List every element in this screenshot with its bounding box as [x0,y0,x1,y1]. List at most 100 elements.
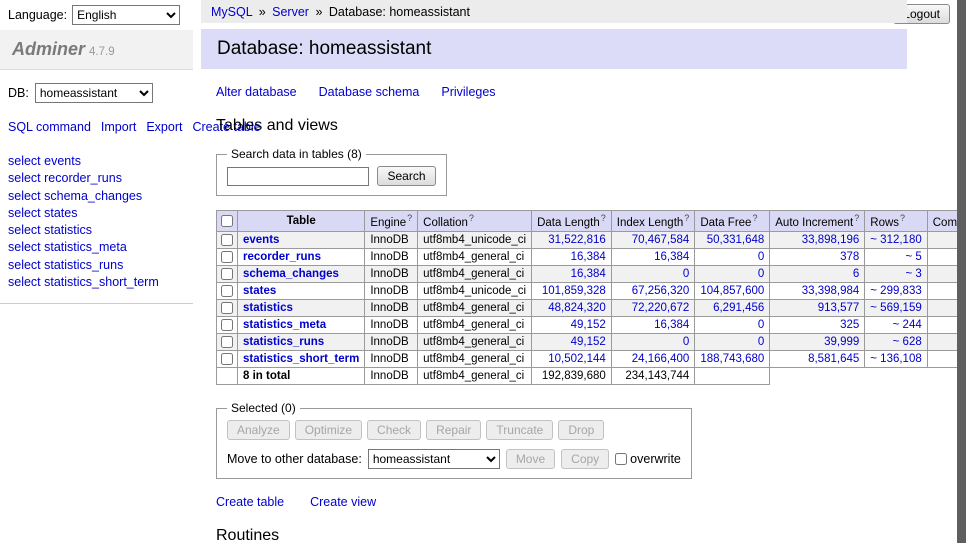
sidebar-link-sql-command[interactable]: SQL command [8,120,91,134]
table-link-statistics-meta[interactable]: statistics_meta [243,319,326,331]
cell-index-length: 70,467,584 [611,231,695,248]
row-checkbox-statistics-runs[interactable] [221,336,233,348]
db-action-privileges[interactable]: Privileges [441,85,495,99]
rows-count-link-events[interactable]: ~ 312,180 [870,234,921,246]
cell-rows: ~ 244 [865,316,927,333]
row-checkbox-statistics[interactable] [221,302,233,314]
sidebar-item-statistics-meta[interactable]: select statistics_meta [8,239,185,256]
check-button[interactable]: Check [367,420,421,440]
language-select[interactable]: English [72,5,180,25]
create-link-create-view[interactable]: Create view [310,495,376,509]
db-label: DB: [8,86,29,100]
sidebar-item-statistics-short-term[interactable]: select statistics_short_term [8,273,185,290]
rows-count-link-recorder-runs[interactable]: ~ 5 [905,251,921,263]
cell-rows: ~ 136,108 [865,351,927,368]
help-link[interactable]: ? [469,213,474,223]
cell-data-length: 10,502,144 [532,351,612,368]
search-input[interactable] [227,167,369,186]
sidebar-item-schema-changes[interactable]: select schema_changes [8,187,185,204]
sidebar-item-statistics-runs[interactable]: select statistics_runs [8,256,185,273]
table-link-schema-changes[interactable]: schema_changes [243,268,339,280]
cell-data-length: 31,522,816 [532,231,612,248]
row-checkbox-statistics-short-term[interactable] [221,353,233,365]
rows-count-link-schema-changes[interactable]: ~ 3 [905,268,921,280]
select-all-checkbox[interactable] [221,215,233,227]
row-select-cell [217,351,238,368]
table-link-statistics-runs[interactable]: statistics_runs [243,336,324,348]
repair-button[interactable]: Repair [426,420,481,440]
table-link-states[interactable]: states [243,285,276,297]
breadcrumb-mysql[interactable]: MySQL [211,5,252,19]
rows-count-link-statistics-short-term[interactable]: ~ 136,108 [870,353,921,365]
db-action-database-schema[interactable]: Database schema [319,85,420,99]
selected-buttons-row: AnalyzeOptimizeCheckRepairTruncateDrop [227,420,681,440]
truncate-button[interactable]: Truncate [486,420,553,440]
cell-table-name: recorder_runs [238,248,365,265]
search-button[interactable]: Search [377,166,435,186]
sidebar-item-recorder-runs[interactable]: select recorder_runs [8,170,185,187]
total-index-length: 234,143,744 [611,368,695,385]
sidebar-link-export[interactable]: Export [146,120,182,134]
create-link-create-table[interactable]: Create table [216,495,284,509]
cell-table-name: events [238,231,365,248]
sidebar-table-item: select events [8,153,185,170]
optimize-button[interactable]: Optimize [295,420,362,440]
help-link[interactable]: ? [684,213,689,223]
breadcrumb-separator: » [259,5,266,19]
rows-count-link-statistics[interactable]: ~ 569,159 [870,302,921,314]
breadcrumb: MySQL » Server » Database: homeassistant [201,0,907,23]
db-action-alter-database[interactable]: Alter database [216,85,297,99]
table-link-events[interactable]: events [243,234,279,246]
row-select-cell [217,316,238,333]
table-link-statistics[interactable]: statistics [243,302,293,314]
row-select-cell [217,231,238,248]
table-row-statistics-meta: statistics_metaInnoDButf8mb4_general_ci4… [217,316,966,333]
breadcrumb-server[interactable]: Server [272,5,309,19]
cell-auto-increment: 39,999 [770,334,865,351]
drop-button[interactable]: Drop [558,420,604,440]
help-link[interactable]: ? [601,213,606,223]
sidebar-item-events[interactable]: select events [8,153,185,170]
analyze-button[interactable]: Analyze [227,420,290,440]
cell-data-free: 0 [695,265,770,282]
scrollbar-thumb[interactable] [957,0,966,543]
cell-index-length: 24,166,400 [611,351,695,368]
help-link[interactable]: ? [752,213,757,223]
help-link[interactable]: ? [407,213,412,223]
move-db-select[interactable]: homeassistant [368,449,500,469]
sidebar-table-item: select recorder_runs [8,170,185,187]
db-select[interactable]: homeassistant [35,83,153,103]
help-link[interactable]: ? [854,213,859,223]
cell-index-length: 0 [611,334,695,351]
overwrite-option[interactable]: overwrite [615,452,681,466]
column-header-label: Data Length [537,217,600,229]
cell-index-length: 16,384 [611,316,695,333]
row-checkbox-events[interactable] [221,234,233,246]
sidebar-item-states[interactable]: select states [8,204,185,221]
create-links: Create table Create view [216,495,907,509]
column-header-label: Engine [370,217,406,229]
column-header-collation: Collation? [418,211,532,232]
cell-engine: InnoDB [365,282,418,299]
column-header-label: Collation [423,217,468,229]
help-link[interactable]: ? [900,213,905,223]
sidebar-item-statistics[interactable]: select statistics [8,222,185,239]
column-header-data-length: Data Length? [532,211,612,232]
overwrite-checkbox[interactable] [615,453,627,465]
row-checkbox-states[interactable] [221,285,233,297]
row-checkbox-recorder-runs[interactable] [221,251,233,263]
move-button[interactable]: Move [506,449,555,469]
rows-count-link-statistics-meta[interactable]: ~ 244 [893,319,922,331]
sidebar-link-import[interactable]: Import [101,120,136,134]
row-checkbox-statistics-meta[interactable] [221,319,233,331]
cell-table-name: schema_changes [238,265,365,282]
total-collation: utf8mb4_general_ci [418,368,532,385]
table-link-recorder-runs[interactable]: recorder_runs [243,251,321,263]
copy-button[interactable]: Copy [561,449,609,469]
scrollbar[interactable] [957,0,966,543]
rows-count-link-states[interactable]: ~ 299,833 [870,285,921,297]
table-link-statistics-short-term[interactable]: statistics_short_term [243,353,359,365]
row-checkbox-schema-changes[interactable] [221,268,233,280]
rows-count-link-statistics-runs[interactable]: ~ 628 [893,336,922,348]
total-data-free [695,368,770,385]
